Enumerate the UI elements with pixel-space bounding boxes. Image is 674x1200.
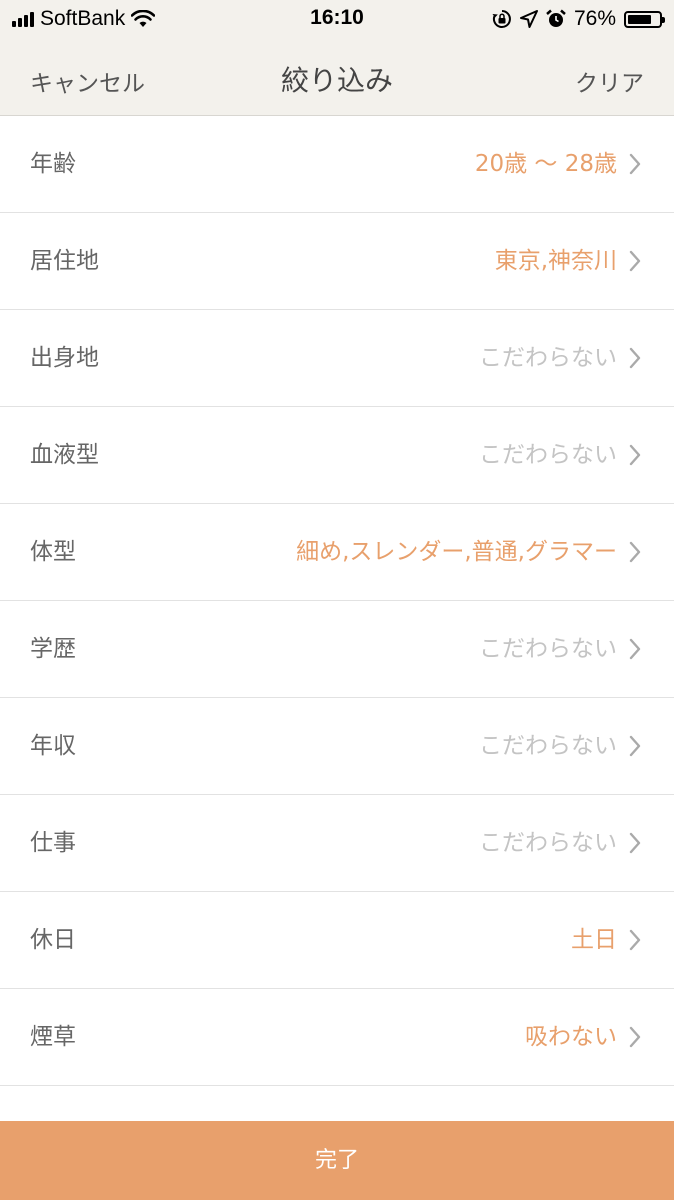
chevron-right-icon bbox=[629, 638, 641, 660]
chevron-right-icon bbox=[629, 153, 641, 175]
filter-label: 年齢 bbox=[30, 151, 76, 177]
battery-level bbox=[628, 14, 651, 24]
filter-value: 細め,スレンダー,普通,グラマー bbox=[296, 539, 617, 565]
chevron-right-icon bbox=[629, 444, 641, 466]
chevron-right-icon bbox=[629, 250, 641, 272]
filter-value: 東京,神奈川 bbox=[494, 248, 617, 274]
filter-label: 体型 bbox=[30, 539, 76, 565]
chevron-right-icon bbox=[629, 541, 641, 563]
clear-button[interactable]: クリア bbox=[575, 64, 644, 98]
filter-label: 出身地 bbox=[30, 345, 99, 371]
filter-label: 仕事 bbox=[30, 830, 76, 856]
page-title: 絞り込み bbox=[280, 64, 393, 97]
filter-row[interactable]: 体型 細め,スレンダー,普通,グラマー bbox=[0, 504, 674, 601]
filter-row[interactable]: 年収 こだわらない bbox=[0, 698, 674, 795]
filter-value: こだわらない bbox=[479, 733, 617, 759]
filter-label: 居住地 bbox=[30, 248, 99, 274]
chevron-right-icon bbox=[629, 735, 641, 757]
battery-percentage: 76% bbox=[573, 7, 616, 30]
filter-label: 休日 bbox=[30, 927, 76, 953]
filter-value: 吸わない bbox=[525, 1024, 617, 1050]
filter-row[interactable]: 休日 土日 bbox=[0, 892, 674, 989]
chevron-right-icon bbox=[629, 929, 641, 951]
filter-value: こだわらない bbox=[479, 636, 617, 662]
status-bar: SoftBank 16:10 76% bbox=[0, 0, 674, 40]
filter-row[interactable]: 居住地 東京,神奈川 bbox=[0, 213, 674, 310]
filter-value: 20歳 〜 28歳 bbox=[474, 151, 617, 177]
filter-label: 年収 bbox=[30, 733, 76, 759]
filter-label: 煙草 bbox=[30, 1024, 76, 1050]
filter-list: 年齢 20歳 〜 28歳 居住地 東京,神奈川 出身地 こだわらない 血液型 こだわらない 体型… bbox=[0, 116, 674, 1086]
filter-value: こだわらない bbox=[479, 345, 617, 371]
filter-row[interactable]: 出身地 こだわらない bbox=[0, 310, 674, 407]
alarm-icon bbox=[546, 9, 566, 27]
chevron-right-icon bbox=[629, 1026, 641, 1048]
filter-row[interactable]: 年齢 20歳 〜 28歳 bbox=[0, 116, 674, 213]
status-right: 76% bbox=[492, 7, 665, 31]
filter-value: 土日 bbox=[571, 927, 617, 953]
battery-icon bbox=[624, 10, 665, 28]
orientation-lock-icon bbox=[492, 10, 511, 28]
filter-value: こだわらない bbox=[479, 830, 617, 856]
filter-row[interactable]: 煙草 吸わない bbox=[0, 989, 674, 1086]
filter-value: こだわらない bbox=[479, 442, 617, 468]
chevron-right-icon bbox=[629, 832, 641, 854]
filter-label: 血液型 bbox=[30, 442, 99, 468]
navigation-bar: キャンセル 絞り込み クリア bbox=[0, 40, 674, 116]
chevron-right-icon bbox=[629, 347, 641, 369]
done-button[interactable]: 完了 bbox=[0, 1121, 674, 1200]
filter-row[interactable]: 学歴 こだわらない bbox=[0, 601, 674, 698]
location-icon bbox=[519, 10, 538, 28]
filter-label: 学歴 bbox=[30, 636, 76, 662]
filter-row[interactable]: 血液型 こだわらない bbox=[0, 407, 674, 504]
filter-row[interactable]: 仕事 こだわらない bbox=[0, 795, 674, 892]
